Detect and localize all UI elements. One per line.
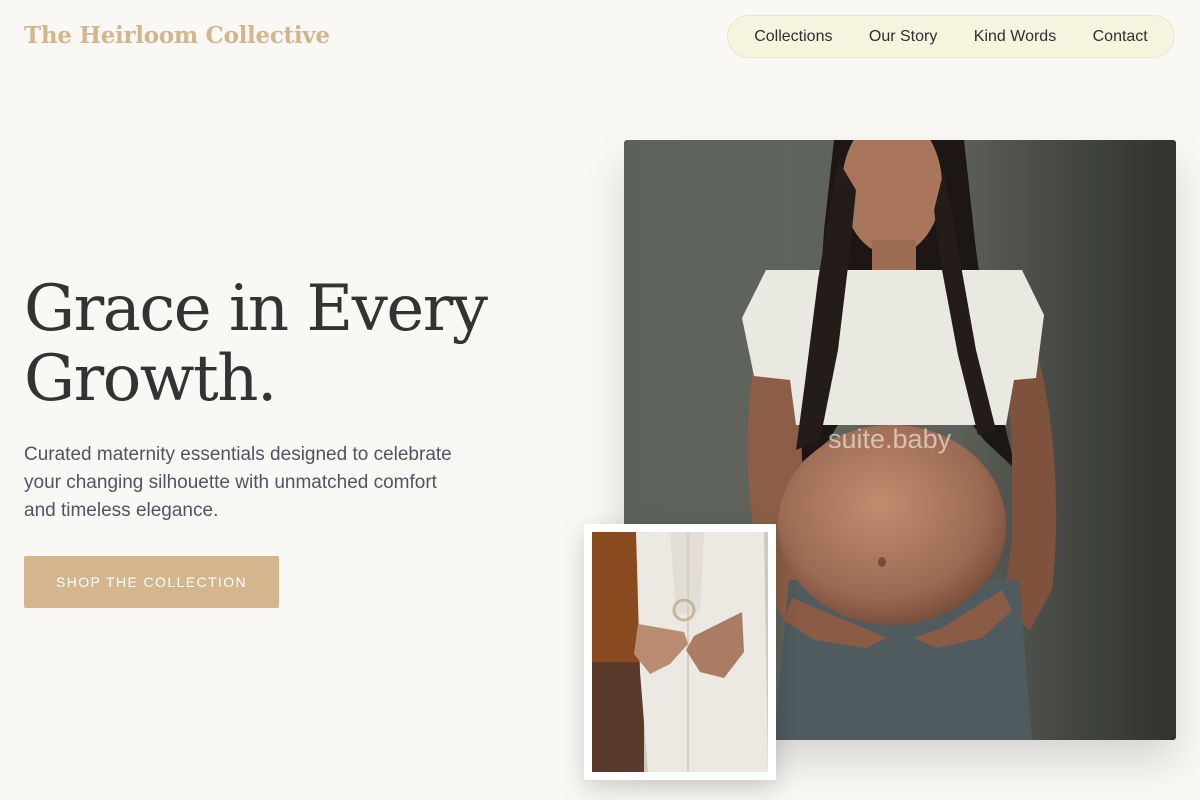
nav-link-collections[interactable]: Collections	[754, 28, 832, 46]
nav-link-our-story[interactable]: Our Story	[869, 28, 937, 46]
brand-logo[interactable]: The Heirloom Collective	[24, 22, 330, 49]
nav-link-contact[interactable]: Contact	[1093, 28, 1148, 46]
hero-subtitle: Curated maternity essentials designed to…	[24, 444, 452, 521]
inset-belly-photo	[592, 532, 768, 772]
hero-title: Grace in Every Growth.	[24, 272, 488, 416]
photo-watermark: suite.baby	[828, 424, 952, 454]
main-nav: Collections Our Story Kind Words Contact	[727, 15, 1175, 58]
hero-title-line-1: Grace in Every	[24, 272, 488, 346]
nav-link-kind-words[interactable]: Kind Words	[974, 28, 1056, 46]
hero-title-line-2: Growth.	[24, 342, 277, 416]
shop-collection-button[interactable]: SHOP THE COLLECTION	[24, 556, 279, 608]
inset-photo-card	[584, 524, 776, 780]
